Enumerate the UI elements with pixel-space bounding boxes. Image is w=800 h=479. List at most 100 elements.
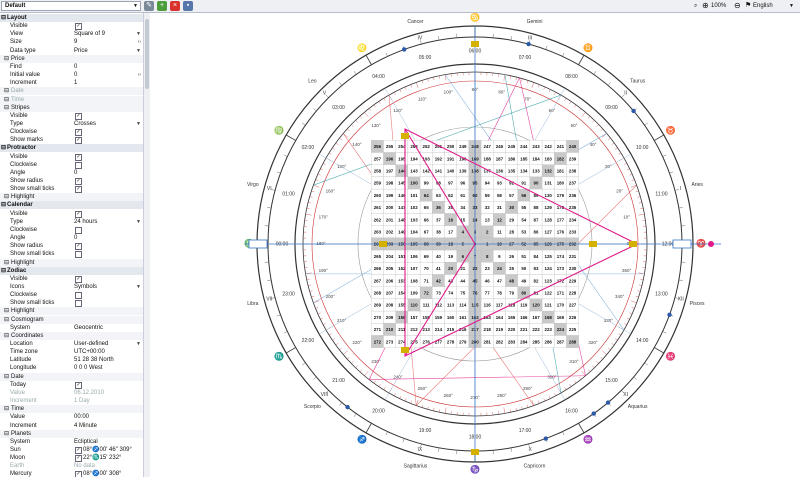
property-row[interactable]: Show small ticks (0, 250, 143, 258)
property-row[interactable]: Sun✓08°♐00' 46" 309° (0, 446, 143, 454)
collapse-icon[interactable]: ⊟ (1, 14, 6, 22)
property-row[interactable]: IconsSymbols▼ (0, 283, 143, 291)
property-row[interactable]: Data typePrice▼ (0, 47, 143, 55)
property-value[interactable]: 22°♏15' 232° (83, 454, 121, 462)
property-value[interactable]: 06.12.2010 (74, 389, 104, 397)
property-checkbox[interactable]: ✓ (75, 243, 82, 250)
property-row[interactable]: ⊟Zodiac (0, 267, 143, 275)
property-row[interactable]: TypeCrosses▼ (0, 120, 143, 128)
property-value[interactable]: Geocentric (74, 324, 103, 332)
collapse-icon[interactable]: ⊟ (4, 316, 9, 324)
property-row[interactable]: Show radius✓ (0, 242, 143, 250)
property-row[interactable]: Visible✓ (0, 153, 143, 161)
property-value[interactable]: Symbols (74, 283, 97, 291)
property-checkbox[interactable] (75, 251, 82, 258)
collapse-icon[interactable]: ⊟ (4, 193, 9, 201)
property-row[interactable]: Moon✓22°♏15' 232° (0, 454, 143, 462)
property-row[interactable]: SystemGeocentric (0, 324, 143, 332)
scrollbar-thumb[interactable] (145, 19, 149, 89)
property-row[interactable]: ⊟Calendar (0, 201, 143, 209)
property-value[interactable]: 08°♐00' 46" 309° (83, 446, 132, 454)
property-checkbox[interactable]: ✓ (75, 23, 82, 30)
dropdown-chevron-icon[interactable]: ▼ (136, 47, 141, 55)
square-of-nine-chart[interactable]: CancerGeminiTaurusAriesPiscesAquariusCap… (151, 13, 800, 477)
property-checkbox[interactable]: ✓ (75, 382, 82, 389)
property-row[interactable]: Angle0 (0, 169, 143, 177)
property-row[interactable]: Size9‹› (0, 38, 143, 46)
property-row[interactable]: ⊟Stripes (0, 104, 143, 112)
property-checkbox[interactable]: ✓ (75, 178, 82, 185)
save-icon[interactable]: ▪ (183, 1, 193, 11)
property-row[interactable]: ⊟Highlight (0, 193, 143, 201)
property-row[interactable]: ⊟Time (0, 405, 143, 413)
property-value[interactable]: 0 0 0 West (74, 364, 103, 372)
property-row[interactable]: Visible✓ (0, 210, 143, 218)
property-checkbox[interactable]: ✓ (75, 129, 82, 136)
property-checkbox[interactable]: ✓ (75, 113, 82, 120)
property-value[interactable]: 08°♐00' 308° (83, 470, 121, 477)
panel-scrollbar[interactable] (143, 13, 150, 477)
property-row[interactable]: Value00:00 (0, 413, 143, 421)
property-row[interactable]: Mercury✓08°♐00' 308° (0, 470, 143, 477)
collapse-icon[interactable]: ⊟ (1, 267, 6, 275)
property-row[interactable]: ⊟Date (0, 373, 143, 381)
property-row[interactable]: ViewSquare of 9▼ (0, 30, 143, 38)
property-checkbox[interactable] (75, 292, 82, 299)
property-row[interactable]: Latitude51 28 38 North (0, 356, 143, 364)
property-value[interactable]: 9 (74, 38, 77, 46)
chart-canvas[interactable]: CancerGeminiTaurusAriesPiscesAquariusCap… (151, 13, 800, 477)
property-value[interactable]: 24 hours (74, 218, 97, 226)
collapse-icon[interactable]: ⊟ (4, 332, 9, 340)
property-row[interactable]: Clockwise✓ (0, 128, 143, 136)
property-row[interactable]: ⊟Price (0, 55, 143, 63)
search-icon[interactable]: ⌕ (694, 2, 697, 11)
property-value[interactable]: 1 Day (74, 397, 90, 405)
collapse-icon[interactable]: ⊟ (4, 87, 9, 95)
property-value[interactable]: No data (74, 462, 95, 470)
property-value[interactable]: 1 (74, 79, 77, 87)
property-row[interactable]: ⊟Date (0, 87, 143, 95)
collapse-icon[interactable]: ⊟ (1, 201, 6, 209)
property-value[interactable]: 4 Minute (74, 422, 97, 430)
collapse-icon[interactable]: ⊟ (1, 144, 6, 152)
property-checkbox[interactable]: ✓ (75, 447, 82, 454)
collapse-icon[interactable]: ⊟ (4, 430, 9, 438)
property-row[interactable]: ⊟Coordinates (0, 332, 143, 340)
property-row[interactable]: ⊟Highlight (0, 259, 143, 267)
property-row[interactable]: Visible✓ (0, 275, 143, 283)
property-row[interactable]: ⊟Highlight (0, 307, 143, 315)
collapse-icon[interactable]: ⊟ (4, 96, 9, 104)
property-row[interactable]: Show radius✓ (0, 177, 143, 185)
property-value[interactable]: 0 (74, 63, 77, 71)
property-row[interactable]: Longitude0 0 0 West (0, 364, 143, 372)
property-row[interactable]: Increment4 Minute (0, 422, 143, 430)
collapse-icon[interactable]: ⊟ (4, 259, 9, 267)
edit-icon[interactable]: ✎ (144, 1, 154, 11)
delete-icon[interactable]: × (170, 1, 180, 11)
property-row[interactable]: ⊟Planets (0, 430, 143, 438)
property-value[interactable]: Crosses (74, 120, 96, 128)
collapse-icon[interactable]: ⊟ (4, 373, 9, 381)
property-row[interactable]: Time zoneUTC+00:00 (0, 348, 143, 356)
property-row[interactable]: Clockwise (0, 226, 143, 234)
property-row[interactable]: ⊟Layout (0, 14, 143, 22)
property-row[interactable]: ⊟Protractor (0, 144, 143, 152)
collapse-icon[interactable]: ⊟ (4, 405, 9, 413)
property-checkbox[interactable]: ✓ (75, 455, 82, 462)
property-checkbox[interactable] (75, 300, 82, 307)
property-row[interactable]: Show marks✓ (0, 136, 143, 144)
property-value[interactable]: Price (74, 47, 88, 55)
property-value[interactable]: 0 (74, 71, 77, 79)
property-row[interactable]: Value06.12.2010 (0, 389, 143, 397)
property-checkbox[interactable]: ✓ (75, 211, 82, 218)
property-row[interactable]: Show small ticks (0, 299, 143, 307)
property-row[interactable]: Type24 hours▼ (0, 218, 143, 226)
collapse-icon[interactable]: ⊟ (4, 55, 9, 63)
language-select[interactable]: English (753, 2, 773, 11)
property-row[interactable]: Angle0 (0, 234, 143, 242)
zoom-level[interactable]: 100% (711, 2, 726, 11)
property-row[interactable]: Visible✓ (0, 22, 143, 30)
property-checkbox[interactable]: ✓ (75, 154, 82, 161)
property-value[interactable]: Ecliptical (74, 438, 98, 446)
dropdown-chevron-icon[interactable]: ▼ (136, 340, 141, 348)
